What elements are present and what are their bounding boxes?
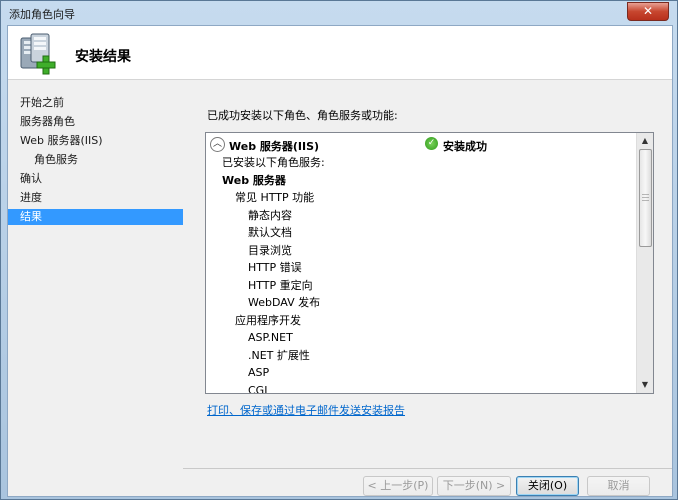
nav-item-web-server-iis[interactable]: Web 服务器(IIS) — [8, 133, 183, 149]
next-button[interactable]: 下一步(N) > — [437, 476, 511, 496]
nav-item-confirmation[interactable]: 确认 — [8, 171, 183, 187]
cancel-button[interactable]: 取消 — [587, 476, 650, 496]
nav-item-server-roles[interactable]: 服务器角色 — [8, 114, 183, 130]
detail-line: ASP — [248, 366, 270, 379]
wizard-client-area: 安装结果 开始之前 服务器角色 Web 服务器(IIS) 角色服务 确认 进度 … — [7, 25, 673, 497]
scrollbar-thumb[interactable]: ― ― ― — [639, 149, 652, 247]
success-check-icon: ✓ — [425, 137, 438, 150]
detail-line: HTTP 重定向 — [248, 279, 313, 292]
detail-line: 目录浏览 — [248, 244, 292, 257]
scroll-down-arrow-icon[interactable]: ▼ — [637, 377, 653, 393]
detail-line: ASP.NET — [248, 331, 293, 344]
close-button[interactable]: 关闭(O) — [516, 476, 579, 496]
close-window-button[interactable]: ✕ — [627, 2, 669, 21]
previous-button[interactable]: < 上一步(P) — [363, 476, 433, 496]
detail-line: 应用程序开发 — [235, 314, 301, 327]
detail-line: 默认文档 — [248, 226, 292, 239]
result-role-name: Web 服务器(IIS) — [229, 140, 320, 153]
vertical-scrollbar[interactable]: ▲ ― ― ― ▼ — [636, 133, 653, 393]
nav-item-progress[interactable]: 进度 — [8, 190, 183, 206]
print-save-email-report-link[interactable]: 打印、保存或通过电子邮件发送安装报告 — [207, 402, 405, 418]
wizard-main: 已成功安装以下角色、角色服务或功能: ︿ Web 服务器(IIS) ✓ 安装成功… — [183, 80, 672, 496]
result-status: 安装成功 — [443, 140, 487, 153]
title-bar[interactable]: 添加角色向导 ✕ — [1, 1, 677, 25]
detail-line: Web 服务器 — [222, 174, 286, 187]
detail-line: 常见 HTTP 功能 — [235, 191, 315, 204]
wizard-footer: < 上一步(P) 下一步(N) > 关闭(O) 取消 — [183, 469, 672, 496]
detail-line: 已安装以下角色服务: — [222, 156, 325, 169]
grip-icon: ― ― ― — [642, 190, 649, 204]
nav-item-results[interactable]: 结果 — [8, 209, 183, 225]
result-intro-text: 已成功安装以下角色、角色服务或功能: — [207, 109, 398, 122]
detail-line: WebDAV 发布 — [248, 296, 321, 309]
detail-line: CGI — [248, 384, 268, 394]
nav-item-before-you-begin[interactable]: 开始之前 — [8, 95, 183, 111]
content-panel: 已成功安装以下角色、角色服务或功能: ︿ Web 服务器(IIS) ✓ 安装成功… — [183, 80, 672, 468]
wizard-header: 安装结果 — [8, 26, 672, 80]
page-title: 安装结果 — [75, 49, 131, 65]
result-role-row: ︿ Web 服务器(IIS) ✓ 安装成功 — [210, 137, 636, 153]
scroll-up-arrow-icon[interactable]: ▲ — [637, 133, 653, 149]
wizard-window: 添加角色向导 ✕ 安装结果 开始之前 服务器角色 Web 服务器(IIS) 角色… — [0, 0, 678, 500]
server-add-icon — [20, 33, 56, 75]
window-title: 添加角色向导 — [9, 8, 75, 21]
result-list[interactable]: ︿ Web 服务器(IIS) ✓ 安装成功 已安装以下角色服务: Web 服务器… — [205, 132, 654, 394]
detail-line: .NET 扩展性 — [248, 349, 310, 362]
wizard-nav: 开始之前 服务器角色 Web 服务器(IIS) 角色服务 确认 进度 结果 — [8, 80, 183, 496]
detail-line: 静态内容 — [248, 209, 292, 222]
collapse-icon[interactable]: ︿ — [210, 137, 225, 152]
detail-line: HTTP 错误 — [248, 261, 302, 274]
nav-item-role-services[interactable]: 角色服务 — [8, 152, 183, 168]
